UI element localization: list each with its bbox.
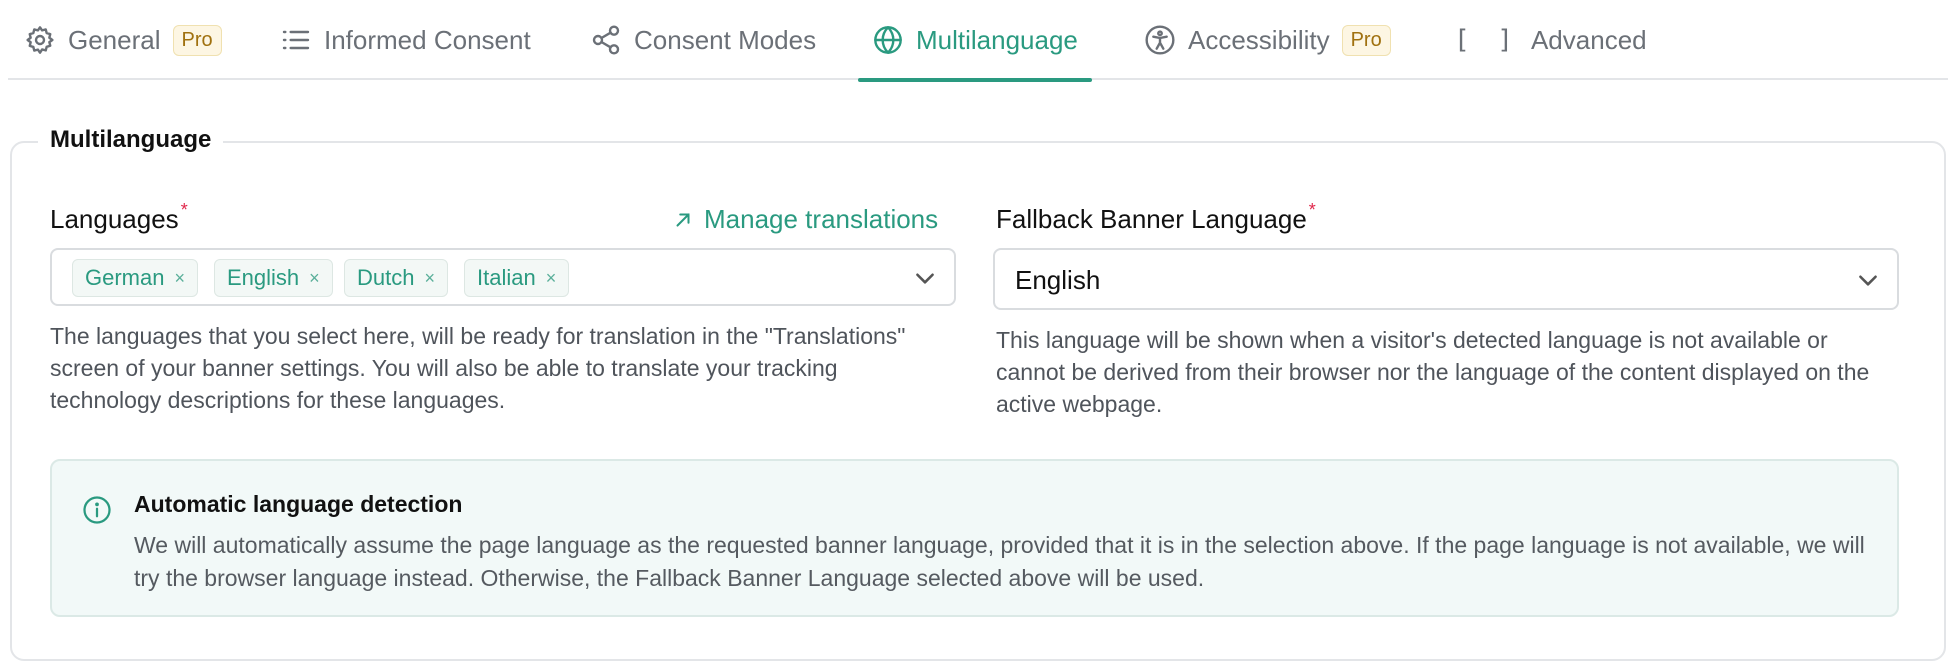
tab-label: General <box>68 24 161 55</box>
pro-badge: Pro <box>172 24 222 56</box>
language-chip-italian: Italian × <box>464 259 570 297</box>
manage-translations-label: Manage translations <box>704 204 939 234</box>
tab-advanced[interactable]: [ ] Advanced <box>1454 0 1647 80</box>
tab-accessibility[interactable]: Accessibility Pro <box>1144 0 1391 80</box>
fallback-label: Fallback Banner Language * <box>996 200 1316 235</box>
settings-tabs: General Pro Informed Consent Consent Mod… <box>8 0 1948 82</box>
languages-label-text: Languages <box>50 204 179 234</box>
chevron-down-icon[interactable] <box>912 265 938 291</box>
languages-label: Languages * <box>50 200 188 235</box>
fallback-language-select[interactable]: English <box>993 248 1899 310</box>
remove-chip-icon[interactable]: × <box>309 268 320 289</box>
tab-label: Advanced <box>1530 24 1647 55</box>
gear-icon <box>26 26 54 54</box>
remove-chip-icon[interactable]: × <box>546 268 557 289</box>
chevron-down-icon[interactable] <box>1855 267 1881 293</box>
auto-detection-info-box: Automatic language detection We will aut… <box>50 459 1899 617</box>
pro-badge: Pro <box>1341 24 1391 56</box>
fallback-help-text: This language will be shown when a visit… <box>996 327 1870 417</box>
chip-label: Dutch <box>357 265 415 290</box>
accessibility-icon <box>1145 25 1175 55</box>
chip-label: Italian <box>477 265 536 290</box>
tab-label: Informed Consent <box>324 24 531 55</box>
language-chip-english: English × <box>214 259 333 297</box>
info-icon <box>83 496 111 524</box>
fallback-language-value: English <box>1015 265 1101 295</box>
tab-informed-consent[interactable]: Informed Consent <box>280 0 531 80</box>
tab-label: Consent Modes <box>634 24 817 55</box>
tab-multilanguage[interactable]: Multilanguage <box>858 0 1092 82</box>
list-icon <box>282 30 310 50</box>
brackets-icon: [ ] <box>1454 25 1519 55</box>
globe-icon <box>874 26 902 54</box>
tab-label: Accessibility <box>1188 24 1330 55</box>
share-icon <box>592 25 620 55</box>
tab-general[interactable]: General Pro <box>24 0 222 80</box>
chip-label: German <box>85 265 165 290</box>
tab-label: Multilanguage <box>916 24 1078 55</box>
active-tab-indicator <box>858 78 1092 82</box>
required-marker: * <box>180 200 188 220</box>
info-body: We will automatically assume the page la… <box>134 532 1865 591</box>
languages-help-text: The languages that you select here, will… <box>50 323 906 413</box>
language-chip-german: German × <box>72 259 198 297</box>
remove-chip-icon[interactable]: × <box>174 268 185 289</box>
fallback-label-text: Fallback Banner Language <box>996 204 1307 234</box>
info-title: Automatic language detection <box>134 491 463 517</box>
remove-chip-icon[interactable]: × <box>424 268 435 289</box>
chip-label: English <box>227 265 300 290</box>
manage-translations-link[interactable]: Manage translations <box>672 204 938 235</box>
languages-multiselect[interactable]: German × English × Dutch × Italian × <box>50 248 956 306</box>
language-chip-dutch: Dutch × <box>344 259 448 297</box>
tab-consent-modes[interactable]: Consent Modes <box>590 0 816 80</box>
external-arrow-icon <box>676 212 690 227</box>
section-title: Multilanguage <box>38 126 224 154</box>
required-marker: * <box>1308 200 1316 220</box>
